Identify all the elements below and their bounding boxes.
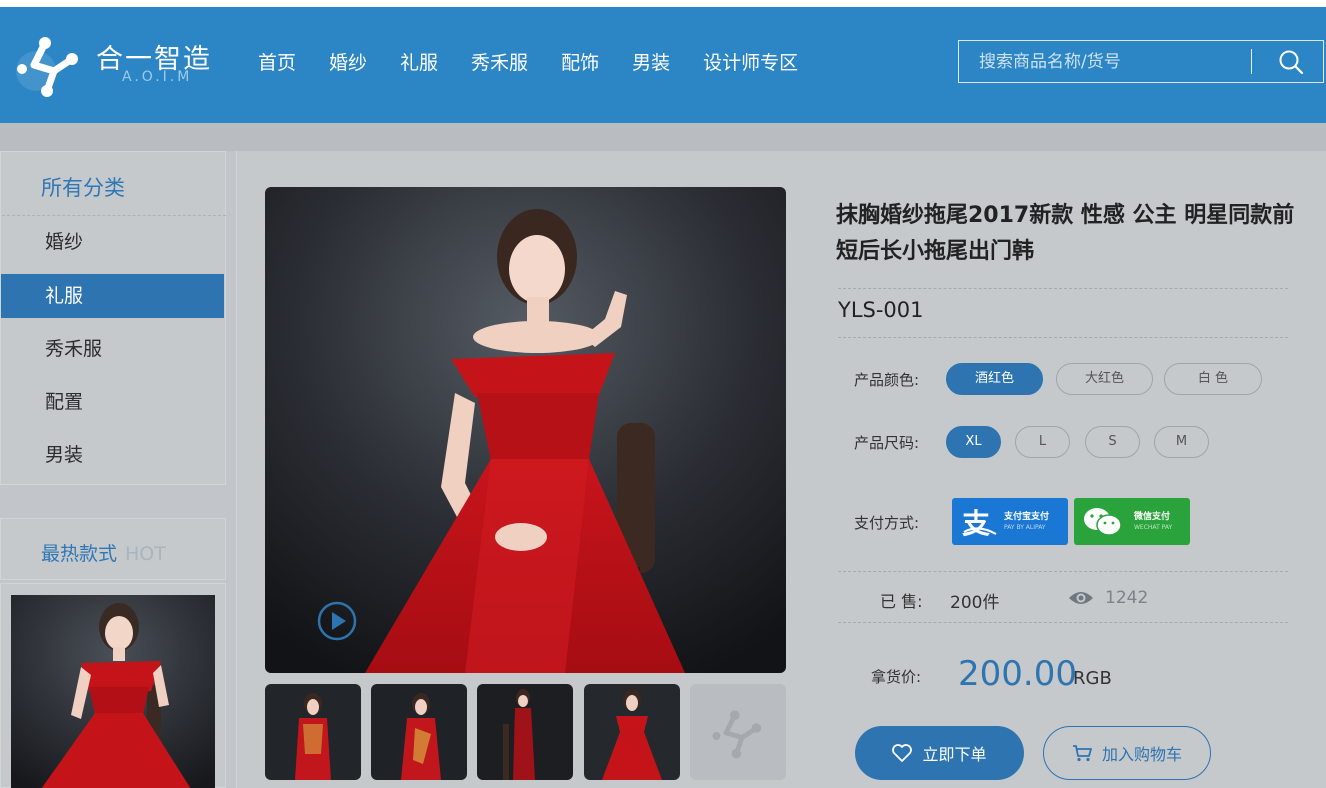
add-to-cart-label: 加入购物车 (1101, 745, 1182, 764)
buy-now-button[interactable]: 立即下单 (855, 726, 1024, 780)
nav-evening-dress[interactable]: 礼服 (400, 48, 438, 75)
search-divider (1251, 49, 1252, 74)
divider (838, 622, 1288, 623)
alipay-text: 支付宝支付 (1004, 512, 1050, 522)
header-shadow-band (0, 123, 1326, 151)
heart-icon (892, 744, 913, 762)
nav-wedding-dress[interactable]: 婚纱 (329, 48, 367, 75)
hot-title-text: 最热款式 (41, 543, 118, 565)
thumbnail-1[interactable] (265, 684, 361, 780)
size-option-l[interactable]: L (1015, 426, 1070, 458)
price-value: 200.00 (958, 654, 1077, 694)
hot-product-card[interactable] (0, 583, 226, 788)
color-option-red[interactable]: 大红色 (1056, 363, 1153, 395)
alipay-button[interactable]: 支 支付宝支付 PAY BY ALIPAY (952, 498, 1068, 545)
payment-label: 支付方式: (854, 514, 920, 532)
divider (838, 288, 1288, 289)
nav-designer-zone[interactable]: 设计师专区 (703, 48, 798, 75)
hot-panel: 最热款式 HOT (0, 518, 226, 580)
size-option-s[interactable]: S (1085, 426, 1140, 458)
wechat-pay-subtext: WECHAT PAY (1134, 524, 1173, 531)
view-count: 1242 (1105, 588, 1149, 608)
main-nav: 首页 婚纱 礼服 秀禾服 配饰 男装 设计师专区 (258, 48, 831, 75)
product-title: 抹胸婚纱拖尾2017新款 性感 公主 明星同款前短后长小拖尾出门韩 (836, 203, 1295, 264)
price-currency: RGB (1073, 668, 1112, 689)
search-input[interactable] (959, 41, 1249, 82)
add-to-cart-button[interactable]: 加入购物车 (1043, 726, 1211, 780)
sidebar-item-xiuhe[interactable]: 秀禾服 (1, 327, 224, 371)
sidebar-item-evening[interactable]: 礼服 (1, 274, 224, 318)
thumbnail-2[interactable] (371, 684, 467, 780)
thumbnail-placeholder[interactable] (690, 684, 786, 780)
nav-home[interactable]: 首页 (258, 48, 296, 75)
eye-icon (1069, 592, 1093, 604)
site-header: 合一智造 A.O.I.M 首页 婚纱 礼服 秀禾服 配饰 男装 设计师专区 (0, 7, 1326, 123)
price-label: 拿货价: (871, 668, 922, 686)
size-label: 产品尺码: (854, 434, 920, 452)
nav-menswear[interactable]: 男装 (632, 48, 670, 75)
top-strip (0, 0, 1326, 7)
search-button[interactable] (1259, 41, 1323, 82)
wechat-pay-text: 微信支付 (1134, 512, 1171, 522)
product-sku: YLS-001 (838, 298, 924, 322)
nav-accessories[interactable]: 配饰 (561, 48, 599, 75)
buy-now-label: 立即下单 (922, 745, 987, 764)
svg-text:支: 支 (962, 507, 990, 538)
sidebar-item-config[interactable]: 配置 (1, 380, 224, 424)
size-option-m[interactable]: M (1154, 426, 1209, 458)
sold-label: 已 售: (880, 592, 923, 611)
alipay-icon: 支 (962, 507, 997, 538)
size-option-xl[interactable]: XL (946, 426, 1001, 458)
sidebar-item-menswear[interactable]: 男装 (1, 433, 224, 477)
color-option-white[interactable]: 白 色 (1164, 363, 1262, 395)
category-title: 所有分类 (41, 176, 125, 200)
hot-title: 最热款式 HOT (41, 539, 166, 566)
molecule-logo-icon[interactable] (14, 29, 84, 99)
thumbnail-4[interactable] (584, 684, 680, 780)
logo-subtitle: A.O.I.M (122, 69, 193, 85)
thumbnail-3[interactable] (477, 684, 573, 780)
search-box (958, 40, 1324, 83)
divider (838, 571, 1288, 572)
color-option-wine-red[interactable]: 酒红色 (946, 363, 1043, 395)
sidebar-item-wedding[interactable]: 婚纱 (1, 220, 224, 264)
play-video-icon[interactable] (317, 601, 357, 641)
divider (2, 215, 226, 216)
wechat-icon (1084, 507, 1122, 536)
alipay-subtext: PAY BY ALIPAY (1004, 524, 1046, 531)
color-label: 产品颜色: (854, 371, 920, 389)
divider (838, 337, 1288, 338)
hot-tag: HOT (125, 543, 166, 565)
search-icon (1279, 50, 1304, 74)
molecule-placeholder-icon (712, 710, 762, 759)
nav-xiuhe[interactable]: 秀禾服 (471, 48, 528, 75)
sold-count: 200件 (950, 593, 1000, 613)
wechat-pay-button[interactable]: 微信支付 WECHAT PAY (1074, 498, 1190, 545)
hot-product-image[interactable] (11, 595, 215, 788)
cart-icon (1072, 745, 1092, 762)
